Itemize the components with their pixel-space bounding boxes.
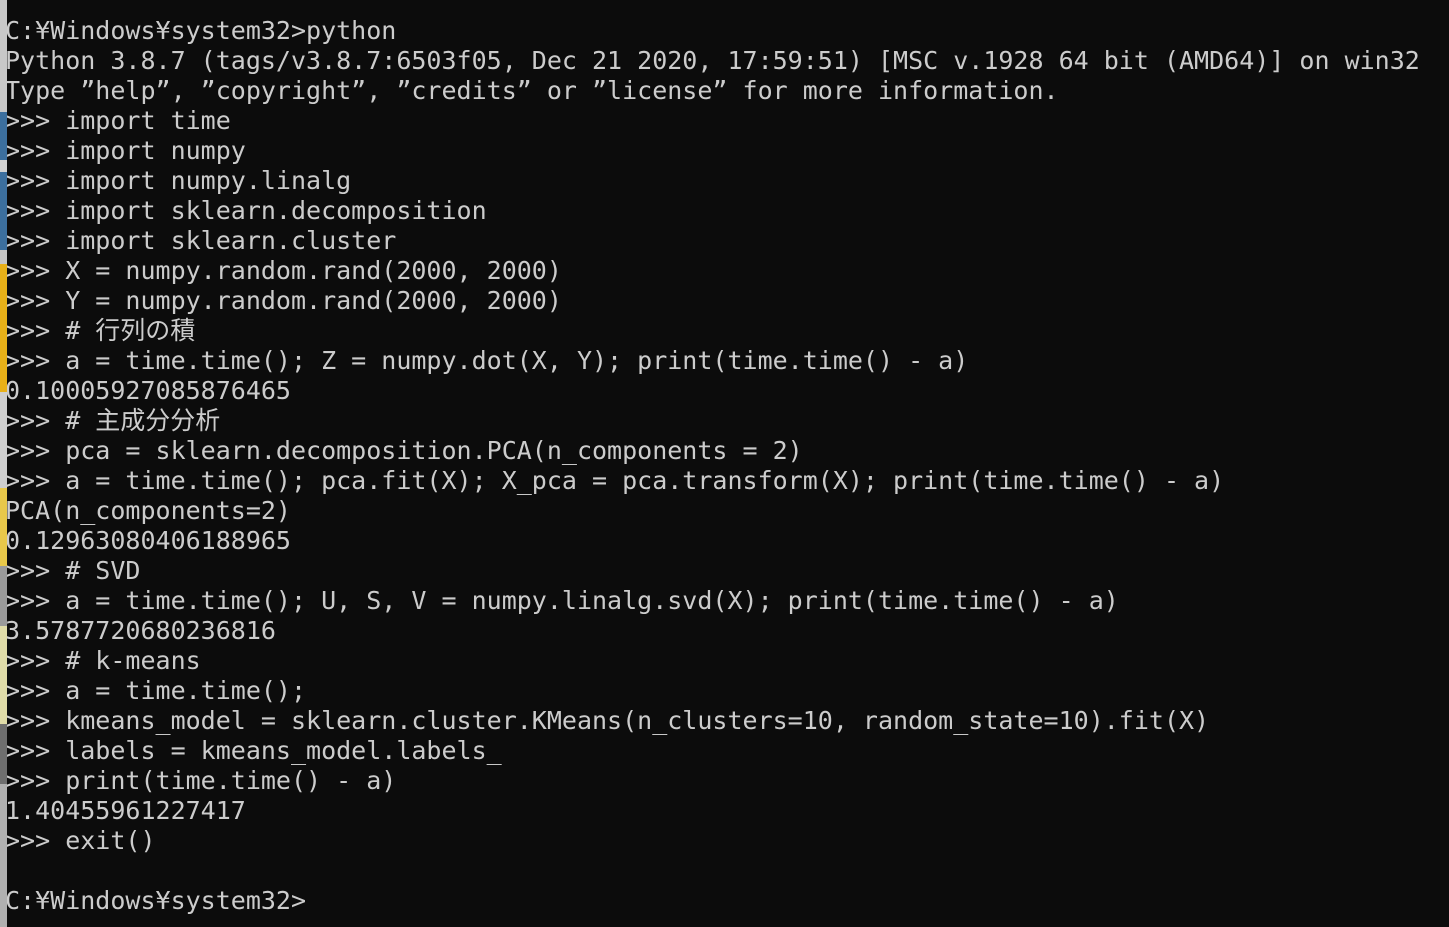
terminal-line: >>> kmeans_model = sklearn.cluster.KMean…	[5, 706, 1210, 735]
window-edge-segment	[0, 250, 7, 264]
terminal-line: 0.12963080406188965	[5, 526, 291, 555]
terminal-line: >>> a = time.time(); Z = numpy.dot(X, Y)…	[5, 346, 969, 375]
command-prompt-window[interactable]: C:¥Windows¥system32>python Python 3.8.7 (…	[0, 0, 1449, 927]
terminal-line: >>> exit()	[5, 826, 156, 855]
terminal-line: >>> # k-means	[5, 646, 201, 675]
window-edge-segment	[0, 566, 7, 626]
terminal-line: >>> import time	[5, 106, 231, 135]
window-edge-segment	[0, 724, 7, 784]
terminal-line: >>> pca = sklearn.decomposition.PCA(n_co…	[5, 436, 803, 465]
terminal-line: PCA(n_components=2)	[5, 496, 291, 525]
terminal-line: >>> import numpy.linalg	[5, 166, 352, 195]
terminal-line: >>> # 行列の積	[5, 316, 196, 345]
terminal-line: >>> # SVD	[5, 556, 141, 585]
window-edge-segment	[0, 112, 7, 160]
terminal-line: C:¥Windows¥system32>python	[5, 16, 397, 45]
terminal-line: C:¥Windows¥system32>	[5, 886, 307, 915]
terminal-output-area[interactable]: C:¥Windows¥system32>python Python 3.8.7 (…	[0, 0, 1449, 927]
window-edge-segment	[0, 0, 7, 112]
window-edge-segment	[0, 172, 7, 250]
window-edge-segment	[0, 784, 7, 927]
window-edge-segment	[0, 488, 7, 566]
left-window-edge	[0, 0, 7, 927]
terminal-line: >>> import sklearn.decomposition	[5, 196, 487, 225]
terminal-line: >>> a = time.time(); pca.fit(X); X_pca =…	[5, 466, 1225, 495]
terminal-line: 1.40455961227417	[5, 796, 246, 825]
window-edge-segment	[0, 626, 7, 724]
terminal-line: >>> import numpy	[5, 136, 246, 165]
terminal-line: 0.10005927085876465	[5, 376, 291, 405]
terminal-line: >>> a = time.time();	[5, 676, 307, 705]
terminal-line: Type ”help”, ”copyright”, ”credits” or ”…	[5, 76, 1059, 105]
window-edge-segment	[0, 160, 7, 172]
terminal-line: >>> labels = kmeans_model.labels_	[5, 736, 502, 765]
window-edge-segment	[0, 392, 7, 488]
terminal-line: Python 3.8.7 (tags/v3.8.7:6503f05, Dec 2…	[5, 46, 1420, 75]
terminal-line: >>> print(time.time() - a)	[5, 766, 397, 795]
terminal-line: >>> # 主成分分析	[5, 406, 221, 435]
terminal-line: >>> X = numpy.random.rand(2000, 2000)	[5, 256, 562, 285]
terminal-line: 3.5787720680236816	[5, 616, 276, 645]
terminal-line: >>> import sklearn.cluster	[5, 226, 397, 255]
terminal-line: >>> Y = numpy.random.rand(2000, 2000)	[5, 286, 562, 315]
terminal-line: >>> a = time.time(); U, S, V = numpy.lin…	[5, 586, 1119, 615]
window-edge-segment	[0, 264, 7, 392]
